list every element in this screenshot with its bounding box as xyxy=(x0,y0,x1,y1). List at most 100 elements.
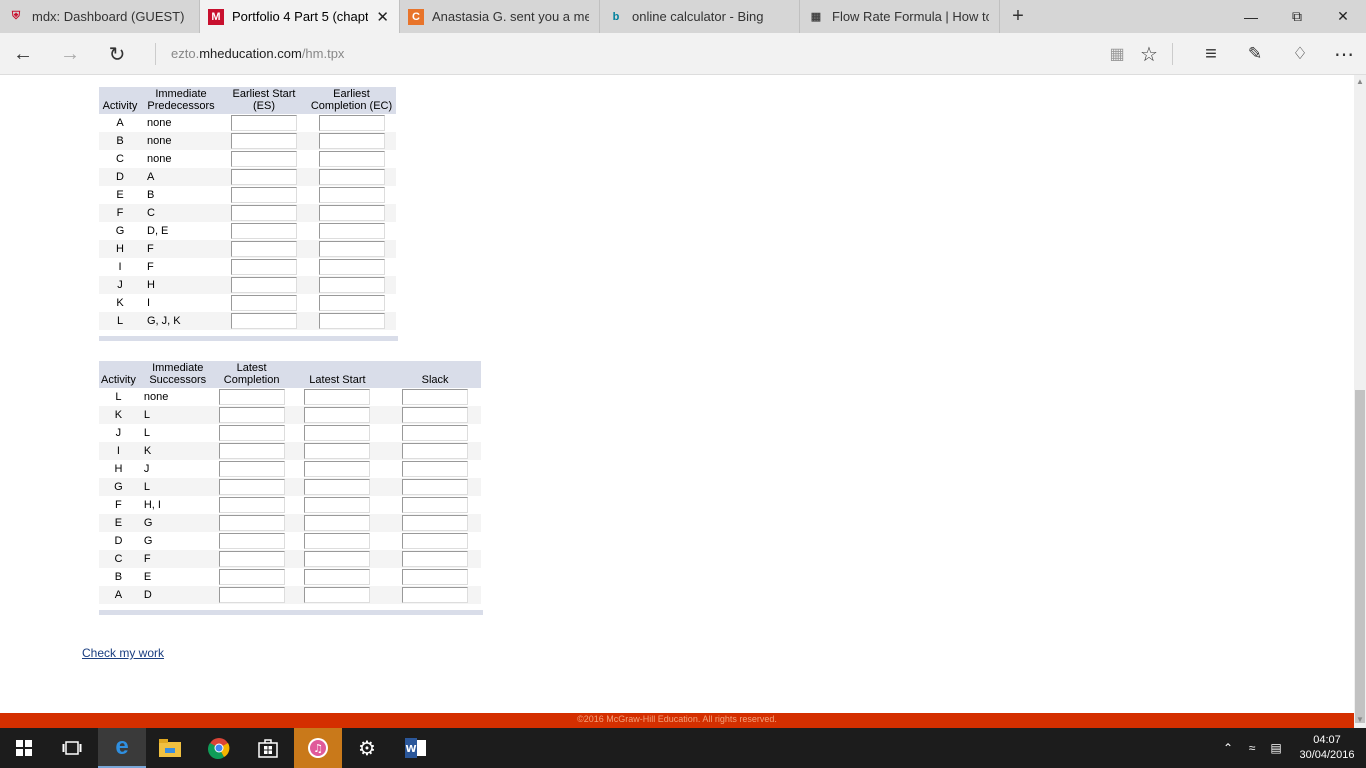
action-center-icon[interactable]: ▤ xyxy=(1264,741,1288,755)
ls-input[interactable] xyxy=(304,515,371,531)
ls-input[interactable] xyxy=(304,389,371,405)
lc-input[interactable] xyxy=(218,443,285,459)
ec-input[interactable] xyxy=(318,115,385,131)
tab-2[interactable]: M Portfolio 4 Part 5 (chapt ✕ xyxy=(200,0,400,33)
slack-input[interactable] xyxy=(402,515,469,531)
task-view-icon[interactable] xyxy=(48,728,96,768)
es-input[interactable] xyxy=(231,313,297,329)
lc-input[interactable] xyxy=(218,551,285,567)
restore-button[interactable]: ⧉ xyxy=(1274,0,1320,33)
forward-icon[interactable]: → xyxy=(55,39,85,69)
edge-browser-icon[interactable]: e xyxy=(98,728,146,768)
es-input[interactable] xyxy=(231,205,297,221)
es-input[interactable] xyxy=(231,241,297,257)
slack-input[interactable] xyxy=(402,443,469,459)
slack-input[interactable] xyxy=(402,533,469,549)
ec-input[interactable] xyxy=(318,151,385,167)
close-tab-icon[interactable]: ✕ xyxy=(376,8,389,26)
lc-input[interactable] xyxy=(218,533,285,549)
favorite-star-icon[interactable]: ☆ xyxy=(1134,39,1164,69)
chrome-icon[interactable] xyxy=(195,728,243,768)
lc-input[interactable] xyxy=(218,497,285,513)
es-input[interactable] xyxy=(231,277,297,293)
ls-input[interactable] xyxy=(304,569,371,585)
slack-input[interactable] xyxy=(402,551,469,567)
ec-cell xyxy=(307,132,396,150)
table-row: HF xyxy=(99,240,396,258)
table-row: Bnone xyxy=(99,132,396,150)
col-predecessors: Immediate Predecessors xyxy=(141,87,221,114)
ls-input[interactable] xyxy=(304,497,371,513)
slack-input[interactable] xyxy=(402,569,469,585)
ec-input[interactable] xyxy=(318,187,385,203)
ec-input[interactable] xyxy=(318,313,385,329)
ec-input[interactable] xyxy=(318,133,385,149)
check-my-work-link[interactable]: Check my work xyxy=(82,646,164,660)
file-explorer-icon[interactable] xyxy=(146,728,194,768)
lc-input[interactable] xyxy=(218,425,285,441)
slack-input[interactable] xyxy=(402,425,469,441)
wifi-icon[interactable]: ≈ xyxy=(1240,741,1264,755)
store-icon[interactable] xyxy=(244,728,292,768)
slack-input[interactable] xyxy=(402,587,469,603)
lc-input[interactable] xyxy=(218,587,285,603)
ec-input[interactable] xyxy=(318,205,385,221)
ec-input[interactable] xyxy=(318,295,385,311)
scrollbar-thumb[interactable] xyxy=(1355,390,1365,723)
slack-input[interactable] xyxy=(402,461,469,477)
es-input[interactable] xyxy=(231,133,297,149)
ls-input[interactable] xyxy=(304,461,371,477)
itunes-icon[interactable]: ♫ xyxy=(294,728,342,768)
word-icon[interactable]: W xyxy=(392,728,440,768)
ls-input[interactable] xyxy=(304,551,371,567)
tab-3[interactable]: C Anastasia G. sent you a mes xyxy=(400,0,600,33)
show-hidden-icons-chevron-up-icon[interactable]: ⌃ xyxy=(1216,741,1240,755)
more-icon[interactable]: ⋯ xyxy=(1329,39,1359,69)
es-input[interactable] xyxy=(231,115,297,131)
share-icon[interactable]: ♢ xyxy=(1285,39,1315,69)
close-window-button[interactable]: ✕ xyxy=(1320,0,1366,33)
tab-1[interactable]: ⛨ mdx: Dashboard (GUEST) xyxy=(0,0,200,33)
slack-input[interactable] xyxy=(402,497,469,513)
address-field[interactable]: ezto.mheducation.com/hm.tpx xyxy=(171,46,344,61)
slack-input[interactable] xyxy=(402,479,469,495)
lc-input[interactable] xyxy=(218,479,285,495)
es-input[interactable] xyxy=(231,295,297,311)
lc-input[interactable] xyxy=(218,515,285,531)
ec-input[interactable] xyxy=(318,169,385,185)
hub-icon[interactable]: ≡ xyxy=(1196,39,1226,69)
tab-4[interactable]: b online calculator - Bing xyxy=(600,0,800,33)
es-input[interactable] xyxy=(231,187,297,203)
es-input[interactable] xyxy=(231,169,297,185)
ls-input[interactable] xyxy=(304,533,371,549)
es-input[interactable] xyxy=(231,151,297,167)
refresh-icon[interactable]: ↻ xyxy=(102,39,132,69)
ls-input[interactable] xyxy=(304,443,371,459)
ls-input[interactable] xyxy=(304,407,371,423)
windows-start-icon[interactable] xyxy=(0,728,48,768)
ec-input[interactable] xyxy=(318,223,385,239)
web-note-icon[interactable]: ✎ xyxy=(1240,39,1270,69)
vertical-scrollbar[interactable]: ▲ ▼ xyxy=(1354,75,1366,728)
slack-input[interactable] xyxy=(402,407,469,423)
ec-input[interactable] xyxy=(318,259,385,275)
back-icon[interactable]: ← xyxy=(8,39,38,69)
slack-input[interactable] xyxy=(402,389,469,405)
ls-input[interactable] xyxy=(304,587,371,603)
es-input[interactable] xyxy=(231,259,297,275)
ec-input[interactable] xyxy=(318,241,385,257)
settings-gear-icon[interactable]: ⚙ xyxy=(343,728,391,768)
system-clock[interactable]: 04:07 30/04/2016 xyxy=(1288,733,1366,763)
lc-input[interactable] xyxy=(218,407,285,423)
lc-input[interactable] xyxy=(218,461,285,477)
reading-view-icon[interactable]: ▦ xyxy=(1102,39,1132,69)
new-tab-button[interactable]: + xyxy=(1000,0,1036,33)
ec-input[interactable] xyxy=(318,277,385,293)
ls-input[interactable] xyxy=(304,425,371,441)
lc-input[interactable] xyxy=(218,569,285,585)
minimize-button[interactable]: — xyxy=(1228,0,1274,33)
es-input[interactable] xyxy=(231,223,297,239)
tab-5[interactable]: ▦ Flow Rate Formula | How to xyxy=(800,0,1000,33)
ls-input[interactable] xyxy=(304,479,371,495)
lc-input[interactable] xyxy=(218,389,285,405)
